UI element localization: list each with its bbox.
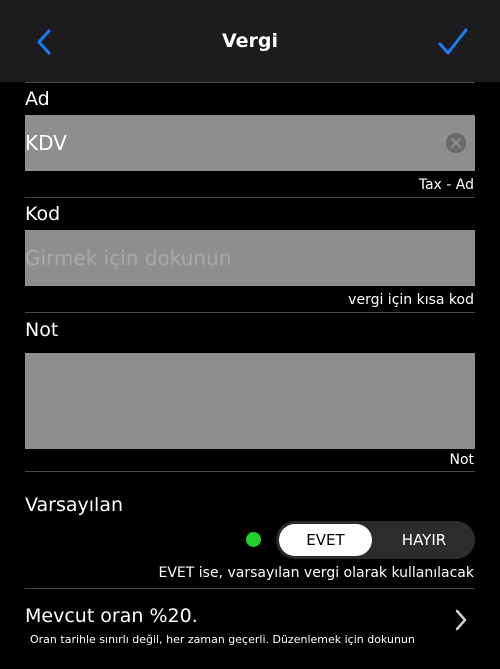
- name-field-label: Ad: [25, 88, 50, 110]
- divider: [25, 82, 475, 83]
- code-field[interactable]: Girmek için dokunun: [25, 230, 475, 286]
- done-button[interactable]: [436, 26, 470, 58]
- name-field[interactable]: KDV: [25, 115, 475, 171]
- name-field-hint: Tax - Ad: [418, 177, 474, 193]
- code-field-placeholder: Girmek için dokunun: [25, 246, 232, 270]
- default-label: Varsayılan: [25, 494, 124, 516]
- code-field-hint: vergi için kısa kod: [348, 292, 474, 308]
- divider: [25, 197, 475, 198]
- note-field-label: Not: [25, 319, 59, 341]
- current-rate-row[interactable]: Mevcut oran %20. Oran tarihle sınırlı de…: [0, 590, 500, 660]
- page-title: Vergi: [221, 30, 279, 52]
- divider: [25, 471, 475, 472]
- name-field-value: KDV: [25, 131, 67, 155]
- default-hint: EVET ise, varsayılan vergi olarak kullan…: [158, 565, 474, 581]
- toggle-option-yes[interactable]: EVET: [279, 524, 372, 556]
- code-field-label: Kod: [25, 203, 61, 225]
- clear-button[interactable]: [445, 132, 467, 154]
- divider: [25, 312, 475, 313]
- status-dot: [246, 532, 261, 547]
- divider: [25, 588, 475, 589]
- default-toggle[interactable]: EVET HAYIR: [276, 521, 475, 559]
- checkmark-icon: [438, 28, 468, 55]
- note-field[interactable]: [25, 353, 475, 449]
- navigation-bar: Vergi: [0, 0, 500, 82]
- current-rate-title: Mevcut oran %20.: [25, 605, 198, 627]
- clear-circle-icon: [446, 133, 466, 153]
- toggle-option-no[interactable]: HAYIR: [376, 524, 472, 556]
- chevron-right-icon: [455, 609, 467, 631]
- note-field-hint: Not: [449, 452, 474, 468]
- current-rate-subtitle: Oran tarihle sınırlı değil, her zaman ge…: [30, 633, 415, 646]
